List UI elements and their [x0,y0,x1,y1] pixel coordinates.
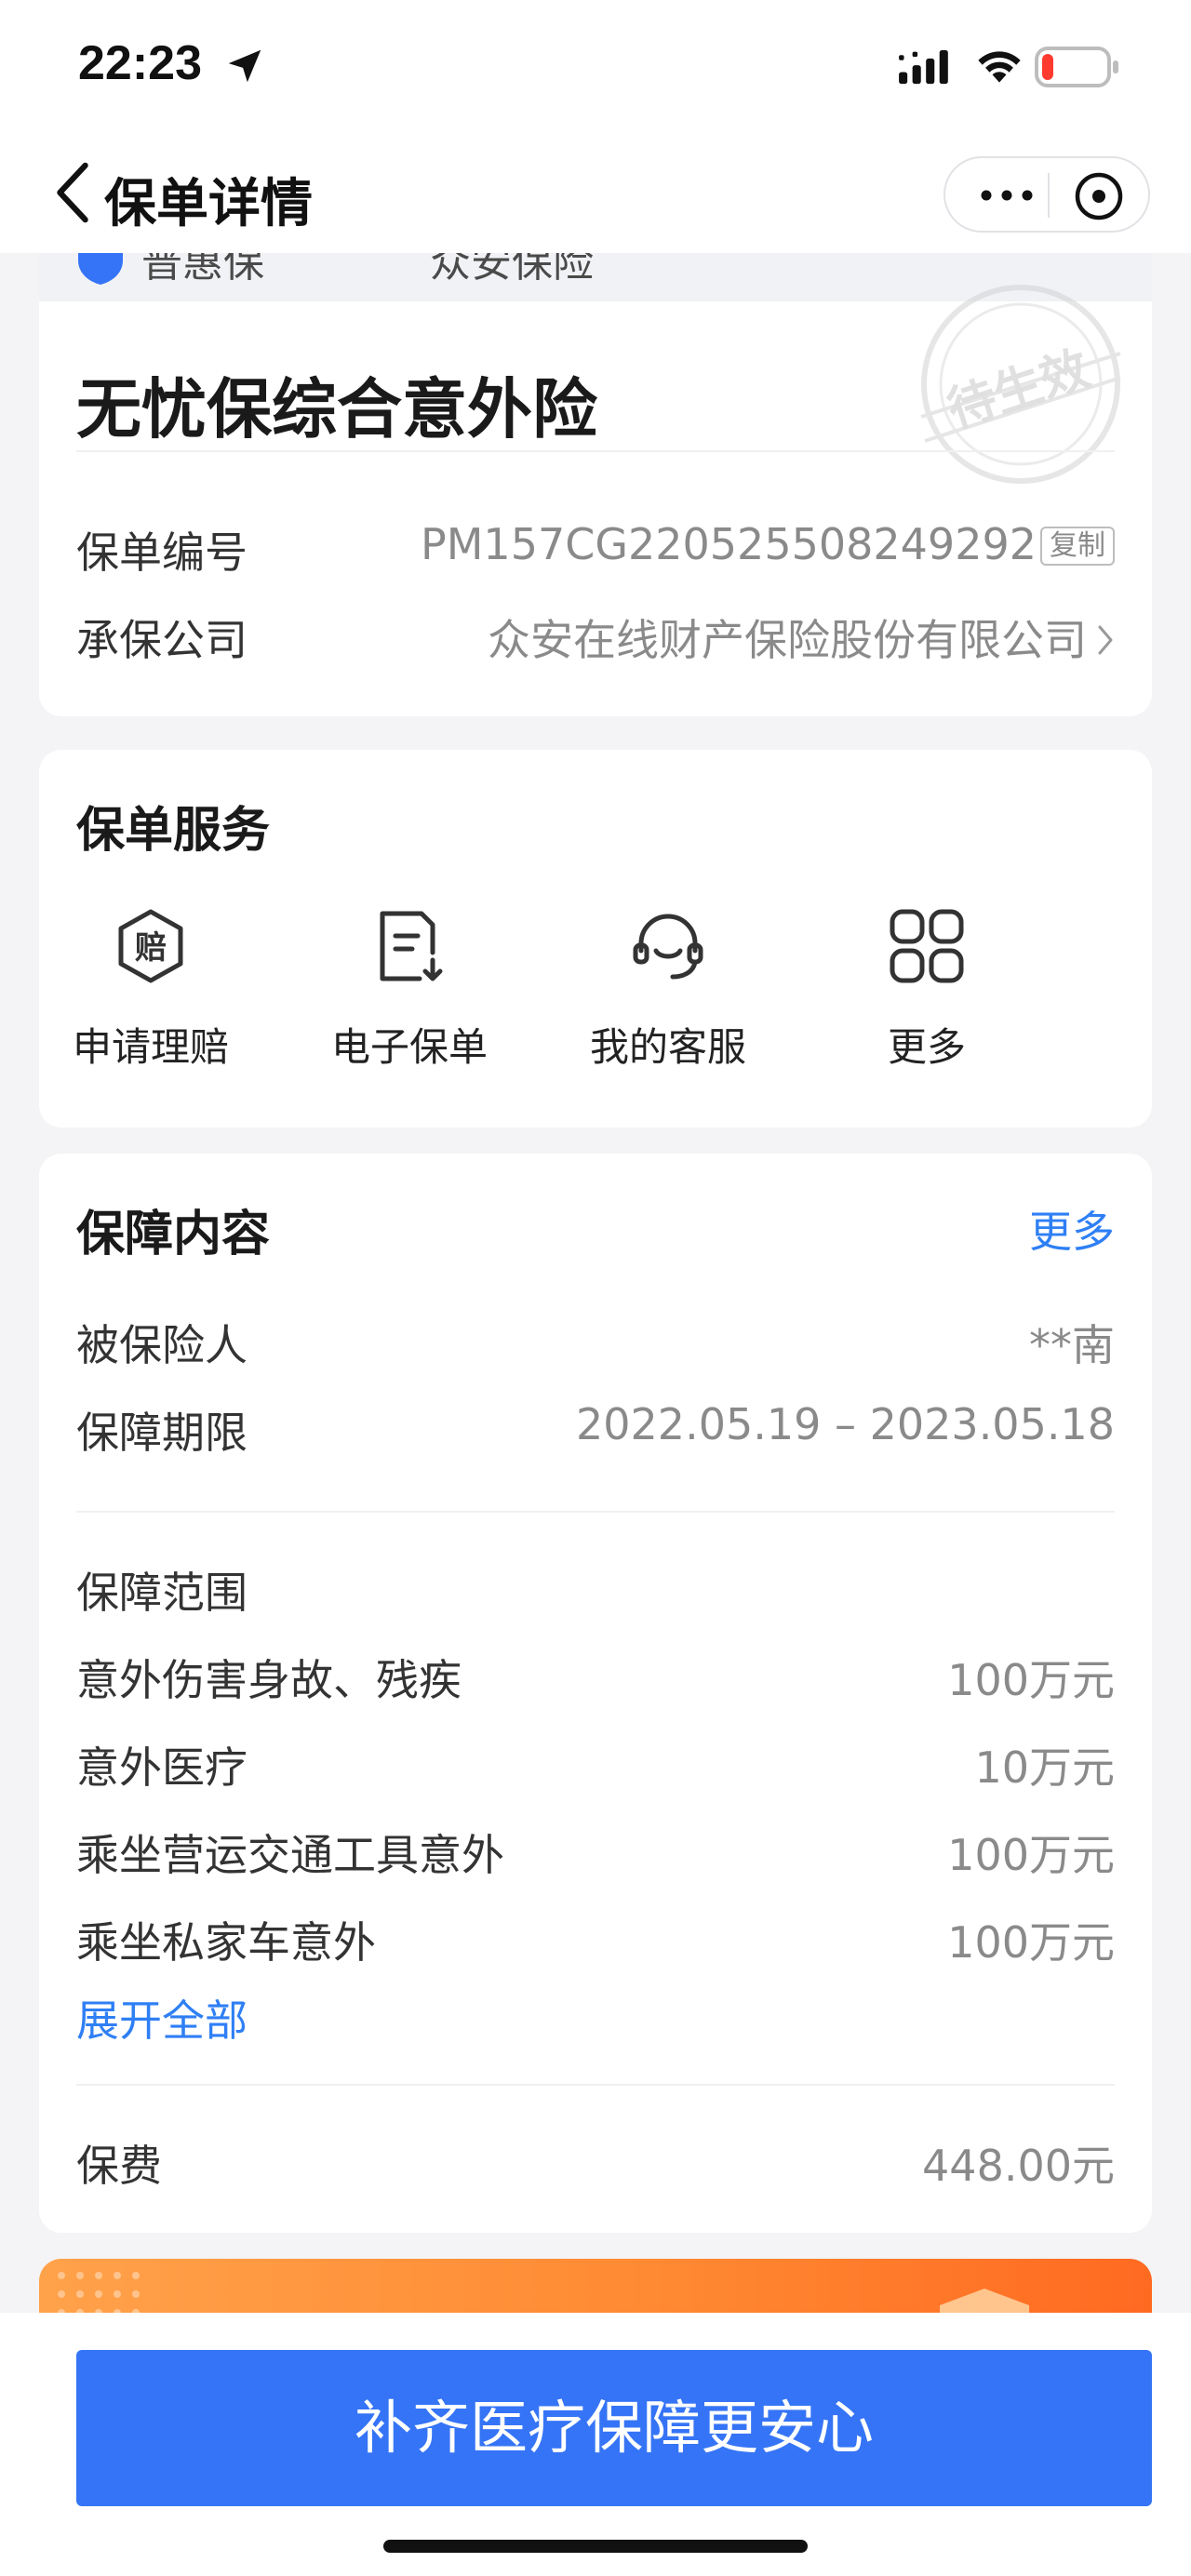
coverage-item-label: 乘坐私家车意外 [76,1917,376,1968]
period-label: 保障期限 [76,1408,248,1458]
service-more[interactable]: 更多 [815,906,1038,1092]
insured-value: **南 [1029,1320,1115,1370]
policy-name: 无忧保综合意外险 [76,371,597,447]
policy-services-card: 保单服务 赔 申请理赔 电子保单 我的客服 更多 [39,750,1152,1128]
home-indicator [383,2540,808,2553]
service-customer-service[interactable]: 我的客服 [556,906,780,1092]
brand-text-right: 众安保险 [430,253,594,287]
coverage-item-value: 100万元 [947,1917,1115,1968]
status-time: 22:23 [78,36,202,90]
insured-label: 被保险人 [76,1320,248,1370]
svg-text:赔: 赔 [135,929,167,967]
expand-all-link[interactable]: 展开全部 [76,1987,248,2049]
navigation-bar: 保单详情 [0,138,1191,253]
policy-info-card: 待生效 无忧保综合意外险 保单编号 PM157CG220525508249292… [39,285,1152,716]
coverage-more-link[interactable]: 更多 [1029,1198,1115,1260]
stamp-text: 待生效 [941,341,1096,439]
battery-low-icon [1035,47,1118,87]
capsule-divider [1048,173,1050,218]
copy-button[interactable]: 复制 [1040,527,1115,566]
service-label: 申请理赔 [72,1024,229,1070]
service-apply-claim[interactable]: 赔 申请理赔 [39,906,262,1092]
insurer-value: 众安在线财产保险股份有限公司 [488,615,1087,665]
service-e-policy[interactable]: 电子保单 [298,906,521,1092]
title-divider [76,450,1115,452]
coverage-item-value: 10万元 [974,1742,1115,1793]
service-label: 我的客服 [589,1024,746,1070]
section-divider [76,2084,1115,2086]
shield-logo-icon [78,253,123,285]
signal-icon [899,49,948,85]
insurer-label: 承保公司 [76,615,248,665]
status-bar: 22:23 [0,0,1191,138]
coverage-item-label: 乘坐营运交通工具意外 [76,1830,504,1880]
policy-number-value: PM157CG220525508249292 [421,519,1037,569]
page-title: 保单详情 [104,174,313,234]
premium-label: 保费 [76,2141,162,2191]
wifi-icon [978,51,1021,83]
coverage-card: 保障内容 更多 被保险人 **南 保障期限 2022.05.19 – 2023.… [39,1154,1152,2233]
e-policy-document-icon [380,911,443,981]
bottom-action-bar: 补齐医疗保障更安心 [0,2313,1191,2576]
grid-four-icon [890,909,964,983]
services-title: 保单服务 [76,803,271,859]
brand-text-left: 普惠保 [141,253,264,287]
service-label: 电子保单 [330,1024,488,1070]
chevron-right-icon [1098,625,1113,655]
service-label: 更多 [887,1024,966,1070]
period-value: 2022.05.19 – 2023.05.18 [576,1399,1115,1449]
add-medical-coverage-button[interactable]: 补齐医疗保障更安心 [76,2350,1152,2506]
insurer-link[interactable]: 众安在线财产保险股份有限公司 [488,607,1115,668]
claim-hexagon-icon: 赔 [118,909,183,983]
section-divider [76,1511,1115,1513]
coverage-item-value: 100万元 [947,1830,1115,1880]
policy-number-label: 保单编号 [76,527,248,578]
coverage-item-label: 意外医疗 [76,1742,248,1793]
location-arrow-icon [228,49,261,83]
back-chevron-icon[interactable] [52,160,93,225]
close-circle-icon[interactable] [1074,171,1124,221]
more-dots-icon[interactable] [977,184,1037,207]
coverage-item-label: 意外伤害身故、残疾 [76,1655,462,1705]
pending-stamp-icon: 待生效 [920,285,1121,484]
coverage-title: 保障内容 [76,1207,271,1262]
scope-title: 保障范围 [76,1568,248,1618]
mini-program-capsule [943,156,1150,233]
customer-service-headset-icon [633,914,703,980]
coverage-item-value: 100万元 [947,1655,1115,1705]
premium-value: 448.00元 [922,2141,1115,2191]
